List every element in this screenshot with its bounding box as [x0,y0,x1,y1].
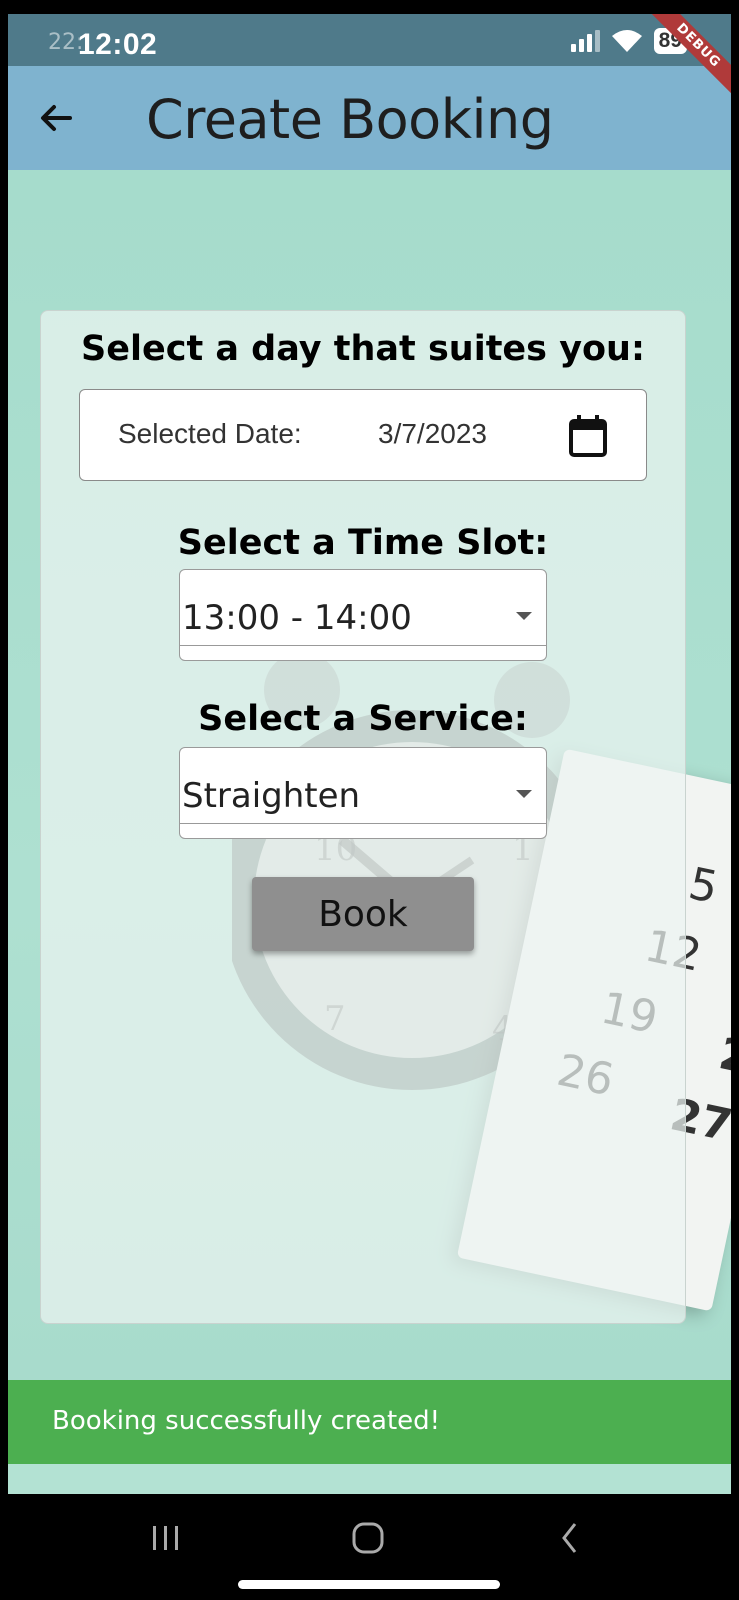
service-value: Straighten [182,776,361,816]
wifi-icon [611,30,642,52]
app-bar: Create Booking [8,66,731,170]
status-bar: 22: 12:02 89 [8,14,731,66]
chevron-down-icon [516,790,532,798]
home-icon[interactable] [338,1516,398,1560]
dropdown-underline [180,645,546,646]
time-slot-value: 13:00 - 14:00 [182,598,412,638]
signal-icon [570,30,600,52]
recent-apps-icon[interactable] [136,1516,196,1560]
arrow-left-icon[interactable] [34,96,78,140]
day-heading: Select a day that suites you: [81,329,645,369]
booking-card: Select a day that suites you: Selected D… [40,310,686,1324]
back-nav-icon[interactable] [540,1516,600,1560]
date-picker[interactable]: Selected Date: 3/7/2023 [79,389,647,481]
system-nav-bar [0,1494,739,1600]
book-button[interactable]: Book [252,877,474,951]
time-slot-dropdown[interactable]: 13:00 - 14:00 [179,569,547,661]
page-title: Create Booking [146,88,554,151]
service-heading: Select a Service: [198,699,528,739]
time-slot-heading: Select a Time Slot: [177,523,549,563]
dropdown-underline [180,823,546,824]
snackbar: Booking successfully created! [8,1380,731,1464]
chevron-down-icon [516,612,532,620]
calendar-icon[interactable] [568,414,608,458]
home-indicator[interactable] [238,1580,500,1589]
service-dropdown[interactable]: Straighten [179,747,547,839]
calendar-number: 5 [684,858,723,914]
phone-screen: 22: 12:02 89 DEBUG Create Booking 10 [8,14,731,1494]
date-label: Selected Date: [118,418,302,449]
snackbar-message: Booking successfully created! [52,1406,441,1436]
status-time: 12:02 [78,28,158,61]
date-value: 3/7/2023 [378,418,487,449]
calendar-number: 2 [714,1028,731,1085]
